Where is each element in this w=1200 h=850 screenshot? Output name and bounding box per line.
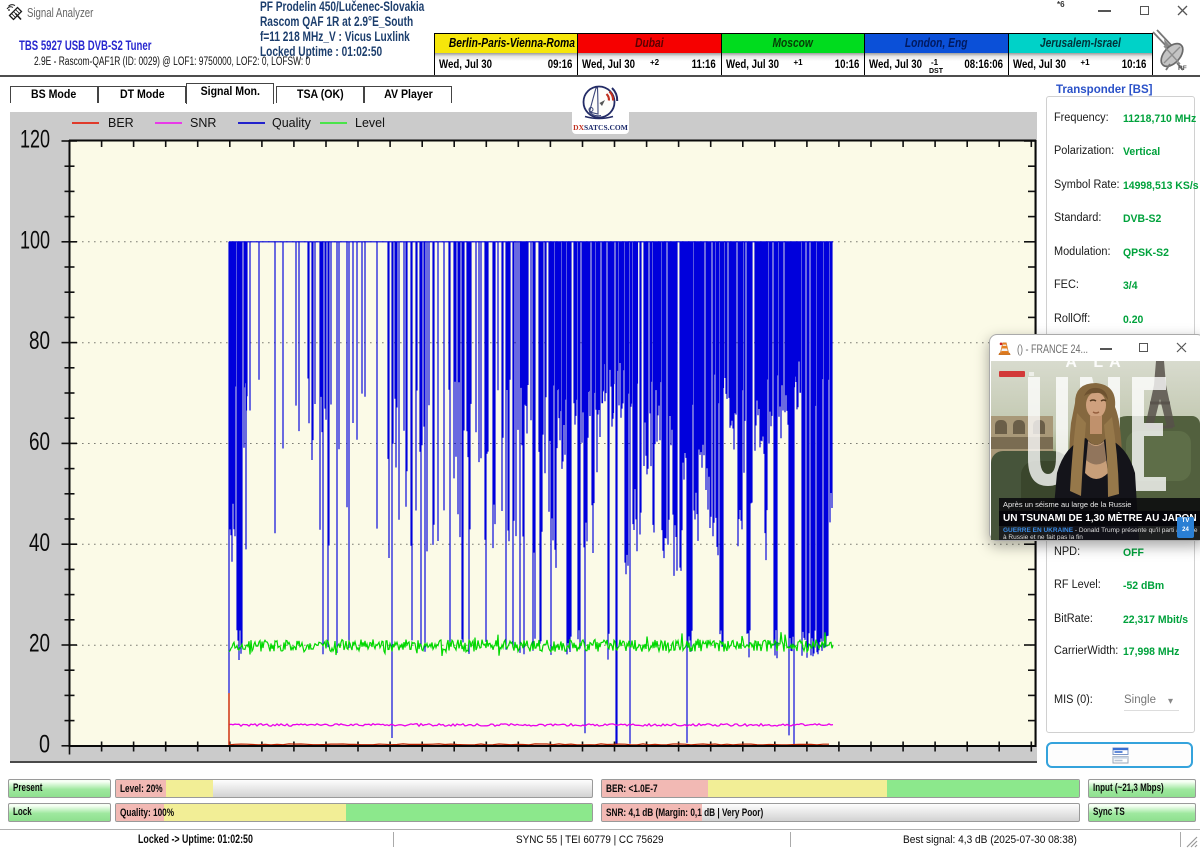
svg-text:40: 40 — [29, 529, 50, 557]
svg-text:60: 60 — [29, 428, 50, 456]
svg-text:80: 80 — [29, 327, 50, 355]
svg-text:20: 20 — [29, 630, 50, 658]
svg-text:100: 100 — [20, 226, 50, 254]
svg-text:RF: RF — [1178, 65, 1187, 72]
svg-text:0: 0 — [39, 731, 50, 759]
svg-text:120: 120 — [20, 126, 50, 154]
